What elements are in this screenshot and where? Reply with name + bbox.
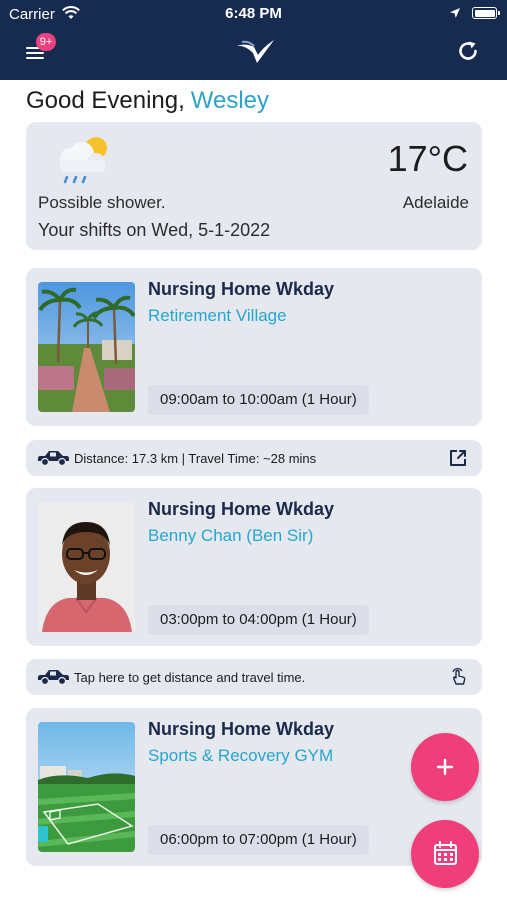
- user-name: Wesley: [190, 87, 270, 114]
- shift-title: Nursing Home Wkday: [148, 719, 335, 739]
- travel-info-bar[interactable]: Tap here to get distance and travel time…: [26, 659, 482, 695]
- temperature: 17°C: [387, 138, 468, 179]
- client-portrait-photo: [38, 502, 135, 632]
- calendar-icon: [434, 841, 457, 865]
- shift-location: Retirement Village: [148, 306, 287, 325]
- shift-client: Benny Chan (Ben Sir): [148, 526, 314, 545]
- tap-hand-icon[interactable]: [448, 667, 468, 687]
- shifts-date: Your shifts on Wed, 5-1-2022: [38, 220, 271, 240]
- battery-icon: [472, 7, 500, 19]
- notification-badge: 9+: [36, 33, 56, 51]
- shift-title: Nursing Home Wkday: [148, 499, 335, 519]
- navigation-bar: Carrier 6:48 PM 9+: [0, 0, 507, 80]
- shift-card[interactable]: Nursing Home Wkday Benny Chan (Ben Sir) …: [26, 488, 482, 646]
- car-icon: [38, 670, 69, 686]
- weather-city: Adelaide: [402, 193, 469, 212]
- calendar-button[interactable]: [411, 820, 479, 888]
- shift-time: 09:00am to 10:00am (1 Hour): [148, 385, 369, 415]
- greeting-text: Good Evening,: [26, 87, 185, 114]
- status-bar: Carrier 6:48 PM: [0, 0, 507, 28]
- weather-card: 17°C Possible shower. Adelaide Your shif…: [26, 122, 482, 250]
- sun-cloud-rain-icon: [60, 137, 107, 184]
- clock-time: 6:48 PM: [225, 5, 282, 22]
- refresh-icon[interactable]: [455, 38, 481, 64]
- travel-prompt-text: Tap here to get distance and travel time…: [74, 670, 306, 685]
- travel-info-bar[interactable]: Distance: 17.3 km | Travel Time: ~28 min…: [26, 440, 482, 476]
- palm-tree-village-photo: [38, 282, 135, 412]
- weather-condition: Possible shower.: [38, 193, 166, 212]
- add-shift-button[interactable]: [411, 733, 479, 801]
- travel-distance-text: Distance: 17.3 km | Travel Time: ~28 min…: [74, 451, 317, 466]
- external-link-icon[interactable]: [448, 448, 468, 468]
- brand-logo-icon: [236, 40, 274, 63]
- shift-location: Sports & Recovery GYM: [148, 746, 334, 765]
- location-arrow-icon: [450, 8, 460, 18]
- plus-icon: [436, 758, 454, 776]
- shift-time: 06:00pm to 07:00pm (1 Hour): [148, 825, 369, 855]
- shift-card[interactable]: Nursing Home Wkday Retirement Village 09…: [26, 268, 482, 426]
- sports-field-photo: [38, 722, 135, 852]
- greeting: Good Evening, Wesley: [26, 87, 269, 115]
- shift-time: 03:00pm to 04:00pm (1 Hour): [148, 605, 369, 635]
- shift-title: Nursing Home Wkday: [148, 279, 335, 299]
- car-icon: [38, 451, 69, 467]
